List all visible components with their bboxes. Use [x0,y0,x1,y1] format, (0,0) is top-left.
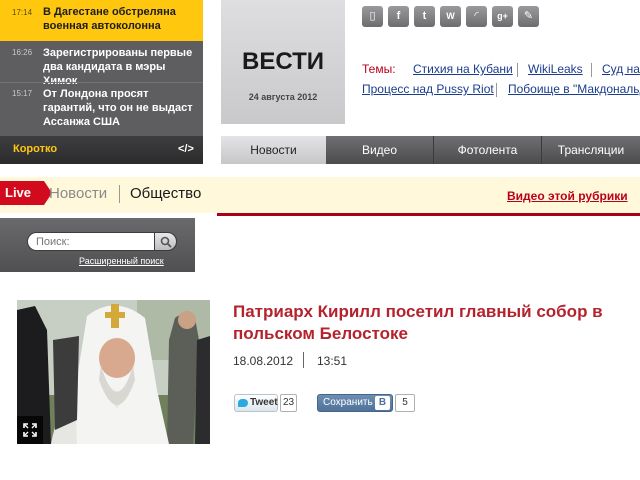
article-title[interactable]: Патриарх Кирилл посетил главный собор в … [233,301,633,345]
site-logo[interactable]: ВЕСТИ 24 августа 2012 [221,0,345,124]
facebook-icon[interactable]: f [388,6,409,27]
search-button[interactable] [154,232,177,251]
vk-icon: В [375,396,390,410]
live-label: Live [5,185,32,200]
patriarch-photo [17,300,210,444]
ticker-item[interactable]: 17:14 В Дагестане обстреляна военная авт… [0,0,203,41]
vk-count: 5 [395,394,415,412]
topic-link[interactable]: Стихия на Кубани [413,62,513,76]
article-photo[interactable] [17,300,210,444]
vk-save-button[interactable]: Сохранить В [317,394,393,412]
mobile-icon[interactable]: ▯ [362,6,383,27]
ticker-time: 15:17 [12,89,33,98]
article-time: 13:51 [317,354,348,368]
topic-link[interactable]: Процесс над Pussy Riot [362,82,494,96]
twitter-bird-icon [238,399,248,407]
meta-divider [303,352,304,368]
nav-tab-broadcasts[interactable]: Трансляции [542,136,640,164]
nav-tab-video[interactable]: Видео [326,136,433,164]
breadcrumb-news[interactable]: Новости [49,185,107,202]
article-date: 18.08.2012 [233,354,294,368]
tweet-button[interactable]: Tweet [234,394,278,412]
ticker-footer: Коротко </> [0,136,203,164]
nav-tab-photos[interactable]: Фотолента [434,136,541,164]
ticker-item[interactable]: 16:26 Зарегистрированы первые два кандид… [0,41,203,87]
search-icon [160,236,172,248]
ticker-time: 17:14 [12,8,33,17]
main-nav: Новости Видео Фотолента Трансляции [221,136,640,164]
news-ticker: 17:14 В Дагестане обстреляна военная авт… [0,0,203,164]
ticker-headline[interactable]: В Дагестане обстреляна военная автоколон… [43,5,198,33]
topic-divider [591,63,592,77]
ticker-time: 16:26 [12,48,33,57]
tweet-label: Tweet [250,397,278,408]
nav-tab-news[interactable]: Новости [221,136,326,164]
topic-link[interactable]: Суд на [602,62,640,76]
section-bar: Live Новости Общество Видео этой рубрики [0,177,640,213]
fullscreen-button[interactable] [17,416,43,444]
twitter-icon[interactable]: t [414,6,435,27]
google-plus-icon[interactable]: g+ [492,6,513,27]
topic-divider [517,63,518,77]
search-input[interactable] [36,235,154,248]
embed-code-icon[interactable]: </> [178,143,194,155]
widget-icon[interactable]: W [440,6,461,27]
live-badge[interactable]: Live [0,181,52,205]
topic-link[interactable]: WikiLeaks [528,62,583,76]
breadcrumb-current: Общество [130,185,202,202]
vk-save-label: Сохранить [323,397,373,408]
fullscreen-icon [23,423,37,437]
topics-label: Темы: [362,62,396,76]
section-underline [217,213,640,216]
rss-icon[interactable]: ◜ [466,6,487,27]
section-video-link[interactable]: Видео этой рубрики [507,189,628,203]
topics-bar: Темы: Стихия на Кубани WikiLeaks Суд на … [362,62,640,102]
breadcrumb-divider [119,185,120,203]
search-panel: Расширенный поиск [0,218,195,272]
advanced-search-link[interactable]: Расширенный поиск [79,256,164,266]
ticker-headline[interactable]: От Лондона просят гарантий, что он не вы… [43,87,198,129]
topic-divider [496,83,497,97]
tweet-count: 23 [280,394,297,412]
livejournal-icon[interactable]: ✎ [518,6,539,27]
topic-link[interactable]: Побоище в "Макдональд [508,82,640,96]
ticker-item[interactable]: 15:17 От Лондона просят гарантий, что он… [0,83,203,136]
logo-brand: ВЕСТИ [242,48,324,75]
logo-date: 24 августа 2012 [248,92,318,102]
ticker-footer-label[interactable]: Коротко [13,143,57,155]
